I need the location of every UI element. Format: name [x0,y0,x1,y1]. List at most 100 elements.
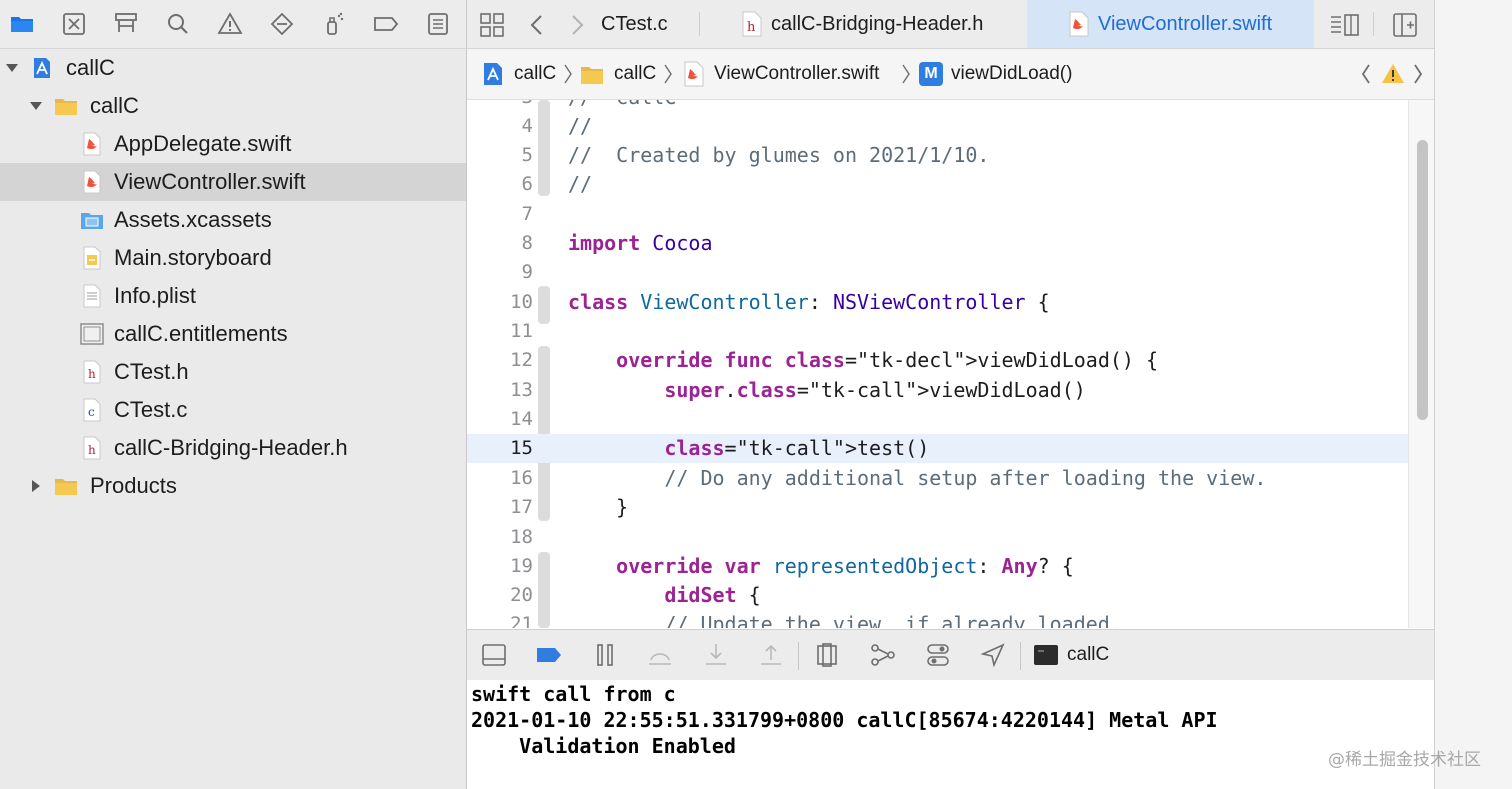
tab-divider [1373,12,1374,36]
warning-icon[interactable] [216,10,244,38]
code-line: 14 [467,405,1408,434]
simulate-location-icon[interactable] [980,642,1006,668]
memory-graph-icon[interactable] [870,642,896,668]
breakpoints-toggle-icon[interactable] [536,642,562,668]
code-text: override var representedObject: Any? { [616,554,1074,578]
header-file-icon: h [80,360,104,384]
debug-target-label[interactable]: callC [1067,643,1109,667]
code-line: 16 // Do any additional setup after load… [467,464,1408,493]
console-line: 2021-01-10 22:55:51.331799+0800 callC[85… [471,708,1218,732]
tree-item-label: callC [66,55,115,80]
step-over-icon[interactable] [647,642,673,668]
tree-item-ctest-c[interactable]: c CTest.c [0,391,466,429]
hide-debug-area-icon[interactable] [481,642,507,668]
swift-file-icon [80,170,104,194]
scrollbar-thumb[interactable] [1417,140,1428,420]
warning-triangle-icon[interactable] [1381,61,1405,87]
add-editor-icon[interactable] [1392,12,1418,38]
code-text: import Cocoa [568,231,713,255]
report-list-icon[interactable] [424,10,452,38]
code-text: class ViewController: NSViewController { [568,290,1050,314]
tree-item-label: Products [90,473,177,498]
search-icon[interactable] [164,10,192,38]
breadcrumb-separator-icon [901,63,911,85]
line-number: 5 [521,144,533,166]
tree-item-project-callc[interactable]: callC [0,49,466,87]
tree-item-appdelegate-swift[interactable]: AppDelegate.swift [0,125,466,163]
project-navigator: callC callC AppDelegate.swift ViewContro… [0,49,466,789]
tab-label: CTest.c [601,13,668,35]
asset-catalog-icon [80,208,104,232]
code-line: 9 [467,258,1408,287]
tree-item-info-plist[interactable]: Info.plist [0,277,466,315]
disclosure-open-icon[interactable] [28,98,44,114]
disclosure-open-icon[interactable] [4,60,20,76]
view-debugger-icon[interactable] [814,642,840,668]
breadcrumb-project[interactable]: callC [514,62,556,86]
line-number: 14 [510,408,533,430]
navigator-toolbar [0,0,466,49]
code-text: override func class="tk-decl">viewDidLoa… [616,348,1159,372]
breadcrumb-method[interactable]: viewDidLoad() [951,62,1072,86]
tree-item-label: Info.plist [114,283,196,308]
code-line: 7 [467,200,1408,229]
folder-icon[interactable] [8,10,36,38]
code-text: super.class="tk-call">viewDidLoad() [664,378,1086,402]
tree-item-group-callc[interactable]: callC [0,87,466,125]
grid-layout-icon[interactable] [479,12,505,38]
source-control-icon[interactable] [60,10,88,38]
disclosure-closed-icon[interactable] [28,478,44,494]
previous-issue-icon[interactable] [1361,63,1371,85]
tab-label: ViewController.swift [1098,13,1273,35]
tab-ctest-c[interactable]: CTest.c [601,0,699,48]
tree-item-main-storyboard[interactable]: Main.storyboard [0,239,466,277]
pause-icon[interactable] [592,642,618,668]
line-number: 15 [510,437,533,459]
code-line: 12 override func class="tk-decl">viewDid… [467,346,1408,375]
tree-item-ctest-h[interactable]: h CTest.h [0,353,466,391]
code-line: 8 import Cocoa [467,229,1408,258]
editor-scrollbar[interactable] [1408,100,1435,628]
line-number: 4 [521,115,533,137]
breadcrumb-group[interactable]: callC [614,62,656,86]
hierarchy-icon[interactable] [112,10,140,38]
tree-item-callc-bridging-header-h[interactable]: h callC-Bridging-Header.h [0,429,466,467]
code-line: 18 [467,523,1408,552]
breakpoint-tag-icon[interactable] [372,10,400,38]
console-output[interactable]: swift call from c 2021-01-10 22:55:51.33… [467,680,1434,789]
tab-viewcontroller-swift[interactable]: ViewController.swift [1027,0,1314,48]
source-editor[interactable]: 3 // callC 4 // 5 // Created by glumes o… [467,100,1408,628]
debug-spray-icon[interactable] [320,10,348,38]
c-file-icon: c [80,398,104,422]
terminal-app-icon [1033,642,1059,668]
line-number: 6 [521,173,533,195]
step-into-icon[interactable] [703,642,729,668]
line-number: 10 [510,291,533,313]
tree-item-callc-entitlements[interactable]: callC.entitlements [0,315,466,353]
forward-chevron-icon[interactable] [563,12,589,38]
line-number: 9 [521,261,533,283]
line-number: 3 [467,100,533,112]
code-line: 20 didSet { [467,581,1408,610]
breadcrumb-file[interactable]: ViewController.swift [714,62,879,86]
tree-item-assets-xcassets[interactable]: Assets.xcassets [0,201,466,239]
tree-item-group-products[interactable]: Products [0,467,466,505]
tree-item-viewcontroller-swift[interactable]: ViewController.swift [0,163,466,201]
code-text: // Do any additional setup after loading… [568,466,1267,490]
test-diamond-icon[interactable] [268,10,296,38]
tree-item-label: Assets.xcassets [114,207,272,232]
next-issue-icon[interactable] [1413,63,1423,85]
code-text: // [568,172,593,196]
svg-text:h: h [88,443,96,457]
step-out-icon[interactable] [758,642,784,668]
console-line: Validation Enabled [471,734,736,758]
current-code-line: 15 class="tk-call">test() [467,434,1408,463]
line-number: 19 [510,555,533,577]
tab-callc-bridging-header-h[interactable]: h callC-Bridging-Header.h [700,0,1027,48]
back-chevron-icon[interactable] [525,12,551,38]
line-number: 21 [510,613,533,628]
breadcrumb-separator-icon [563,63,573,85]
inspector-edge [1434,0,1512,789]
editor-options-icon[interactable] [1329,12,1361,38]
environment-overrides-icon[interactable] [925,642,951,668]
